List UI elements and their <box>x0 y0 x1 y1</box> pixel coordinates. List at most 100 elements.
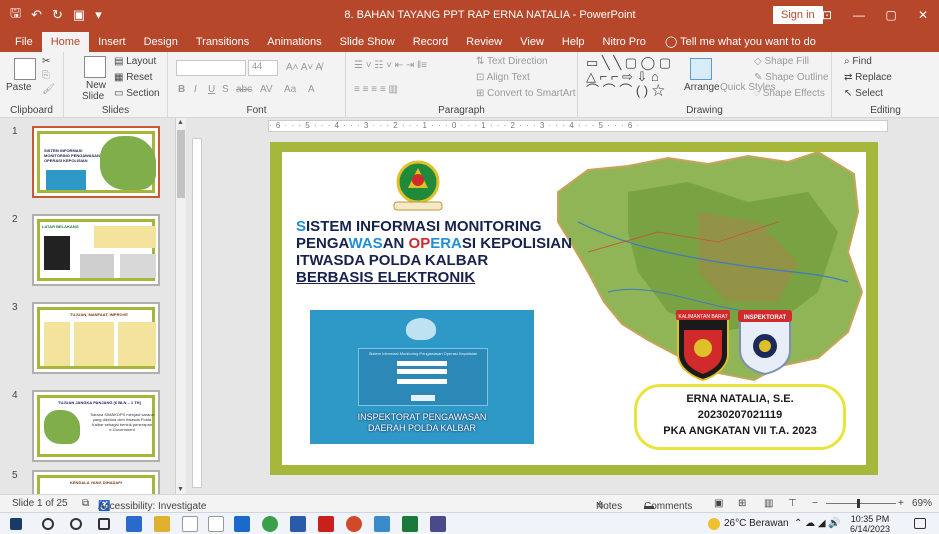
text-direction-button[interactable]: ⇅ Text Direction <box>476 56 548 67</box>
slide-sorter-icon[interactable]: ⊞ <box>738 498 746 509</box>
scrollbar-thumb[interactable] <box>177 130 185 198</box>
convert-smartart-button[interactable]: ⊞ Convert to SmartArt <box>476 88 576 99</box>
tab-slide-show[interactable]: Slide Show <box>331 32 404 52</box>
align-text-button[interactable]: ⊡ Align Text <box>476 72 530 83</box>
file-explorer-icon[interactable] <box>154 516 170 532</box>
thumbnail-scrollbar[interactable]: ▲ ▼ <box>175 118 186 494</box>
tab-view[interactable]: View <box>511 32 553 52</box>
powerpoint-icon[interactable] <box>346 516 362 532</box>
start-windows-icon[interactable] <box>10 518 22 530</box>
normal-view-icon[interactable]: ▣ <box>714 498 723 509</box>
pdf-icon[interactable] <box>318 516 334 532</box>
bold-button[interactable]: B <box>178 84 185 95</box>
customize-qat-icon[interactable]: ▾ <box>95 7 102 23</box>
paste-icon[interactable] <box>14 58 36 80</box>
font-size-input[interactable]: 44 <box>248 60 278 76</box>
arrange-icon[interactable] <box>690 58 712 80</box>
photos-icon[interactable] <box>374 516 390 532</box>
tell-me-search[interactable]: ◯ Tell me what you want to do <box>655 32 816 52</box>
scroll-down-icon[interactable]: ▼ <box>177 486 184 493</box>
font-color-button[interactable]: A <box>308 84 315 95</box>
weather-text[interactable]: 26°C Berawan <box>724 518 789 529</box>
zoom-slider[interactable] <box>826 503 896 504</box>
tab-review[interactable]: Review <box>457 32 511 52</box>
new-slide-button[interactable]: New <box>86 80 106 91</box>
store-app-icon[interactable] <box>126 516 142 532</box>
replace-button[interactable]: ⇄ Replace <box>844 72 892 83</box>
tab-file[interactable]: File <box>6 32 42 52</box>
paste-button[interactable]: Paste <box>6 82 32 93</box>
bullets-icon[interactable]: ☰ ˅ ☷ ˅ ⇤ ⇥ ‖≡ <box>354 60 427 71</box>
tray-icons[interactable]: ⌃ ☁ ◢ 🔊 <box>794 518 841 529</box>
reading-view-icon[interactable]: ▥ <box>764 498 773 509</box>
zoom-level[interactable]: 69% <box>912 498 932 509</box>
tab-animations[interactable]: Animations <box>258 32 330 52</box>
word-icon[interactable] <box>290 516 306 532</box>
new-slide-button-line2[interactable]: Slide <box>82 91 104 102</box>
scroll-up-icon[interactable]: ▲ <box>177 119 184 126</box>
tab-nitro-pro[interactable]: Nitro Pro <box>594 32 655 52</box>
app-icon[interactable] <box>430 516 446 532</box>
save-icon[interactable]: 🖫 <box>10 4 21 26</box>
slide-thumbnail-1[interactable]: SISTEM INFORMASI MONITORING PENGAWASAN O… <box>32 126 160 198</box>
undo-icon[interactable]: ↶ <box>31 7 42 23</box>
slide-thumbnail-3[interactable]: TUJUAN, MANFAAT, IMPROVE <box>32 302 160 374</box>
character-spacing-button[interactable]: AV <box>260 84 273 95</box>
tab-home[interactable]: Home <box>41 32 90 52</box>
underline-button[interactable]: U <box>208 84 215 95</box>
present-icon[interactable]: ▣ <box>73 7 85 23</box>
notepad-icon[interactable] <box>182 516 198 532</box>
shape-effects-button[interactable]: ◌ Shape Effects <box>754 88 825 99</box>
weather-icon[interactable] <box>708 518 720 530</box>
document-icon[interactable] <box>208 516 224 532</box>
find-button[interactable]: ⌕ Find <box>844 56 872 67</box>
tab-help[interactable]: Help <box>553 32 594 52</box>
tab-transitions[interactable]: Transitions <box>187 32 258 52</box>
cortana-icon[interactable] <box>70 518 82 530</box>
clock[interactable]: 10:35 PM 6/14/2023 <box>850 514 890 534</box>
notifications-icon[interactable] <box>914 518 926 529</box>
spellcheck-icon[interactable]: ⧉ <box>82 498 89 509</box>
tab-design[interactable]: Design <box>135 32 187 52</box>
slide-thumbnail-2[interactable]: LATAR BELAKANG <box>32 214 160 286</box>
new-slide-icon[interactable] <box>84 56 106 78</box>
copy-icon[interactable]: ⎘ <box>42 70 50 81</box>
thumbnail-textbox <box>94 226 156 248</box>
tab-insert[interactable]: Insert <box>89 32 135 52</box>
slide-thumbnail-5[interactable]: KENDALA YANG DIHADAPI <box>32 470 160 494</box>
zoom-in-icon[interactable]: + <box>898 498 904 509</box>
redo-icon[interactable]: ↻ <box>52 7 63 23</box>
section-button[interactable]: ▭ Section <box>114 88 160 99</box>
layout-button[interactable]: ▤ Layout <box>114 56 156 67</box>
mail-icon[interactable] <box>234 516 250 532</box>
task-view-icon[interactable] <box>98 518 110 530</box>
slide-thumbnail-4[interactable]: TUJUAN JANGKA PANJANG (6 BLN – 1 TH) Sar… <box>32 390 160 462</box>
italic-button[interactable]: I <box>194 84 197 95</box>
tab-record[interactable]: Record <box>404 32 457 52</box>
grow-font-icon[interactable]: A˄ A˅ A̸ <box>286 62 322 73</box>
select-button[interactable]: ↖ Select <box>844 88 883 99</box>
maximize-button[interactable]: ▢ <box>875 0 907 30</box>
reset-button[interactable]: ▦ Reset <box>114 72 152 83</box>
close-button[interactable]: ✕ <box>907 0 939 30</box>
shape-outline-button[interactable]: ✎ Shape Outline <box>754 72 829 83</box>
minimize-button[interactable]: — <box>843 0 875 30</box>
cut-icon[interactable]: ✂ <box>42 56 50 67</box>
shape-fill-button[interactable]: ◇ Shape Fill <box>754 56 809 67</box>
excel-icon[interactable] <box>402 516 418 532</box>
shapes-gallery[interactable]: ▭ ╲ ╲ ▢ ◯ ▢ △ ⌐ ⌐ ⇨ ⇩ ⌂ ⌒ ⌒ ⌒ ( ) ☆ <box>586 56 671 98</box>
ribbon-display-options-icon[interactable]: ⊡ <box>811 0 843 30</box>
arrange-button[interactable]: Arrange <box>684 82 720 93</box>
slideshow-icon[interactable]: ⊤ <box>788 498 797 509</box>
font-name-input[interactable] <box>176 60 246 76</box>
shadow-button[interactable]: S <box>222 84 229 95</box>
change-case-button[interactable]: Aa <box>284 84 296 95</box>
zoom-slider-thumb[interactable] <box>857 499 860 508</box>
current-slide[interactable]: SISTEM INFORMASI MONITORING PENGAWASAN O… <box>270 142 878 475</box>
strikethrough-button[interactable]: abc <box>236 84 252 95</box>
chrome-icon[interactable] <box>262 516 278 532</box>
format-painter-icon[interactable]: 🖌 <box>42 84 55 95</box>
search-icon[interactable] <box>42 518 54 530</box>
align-icons[interactable]: ≡ ≡ ≡ ≡ ▥ <box>354 84 398 95</box>
zoom-out-icon[interactable]: − <box>812 498 818 509</box>
